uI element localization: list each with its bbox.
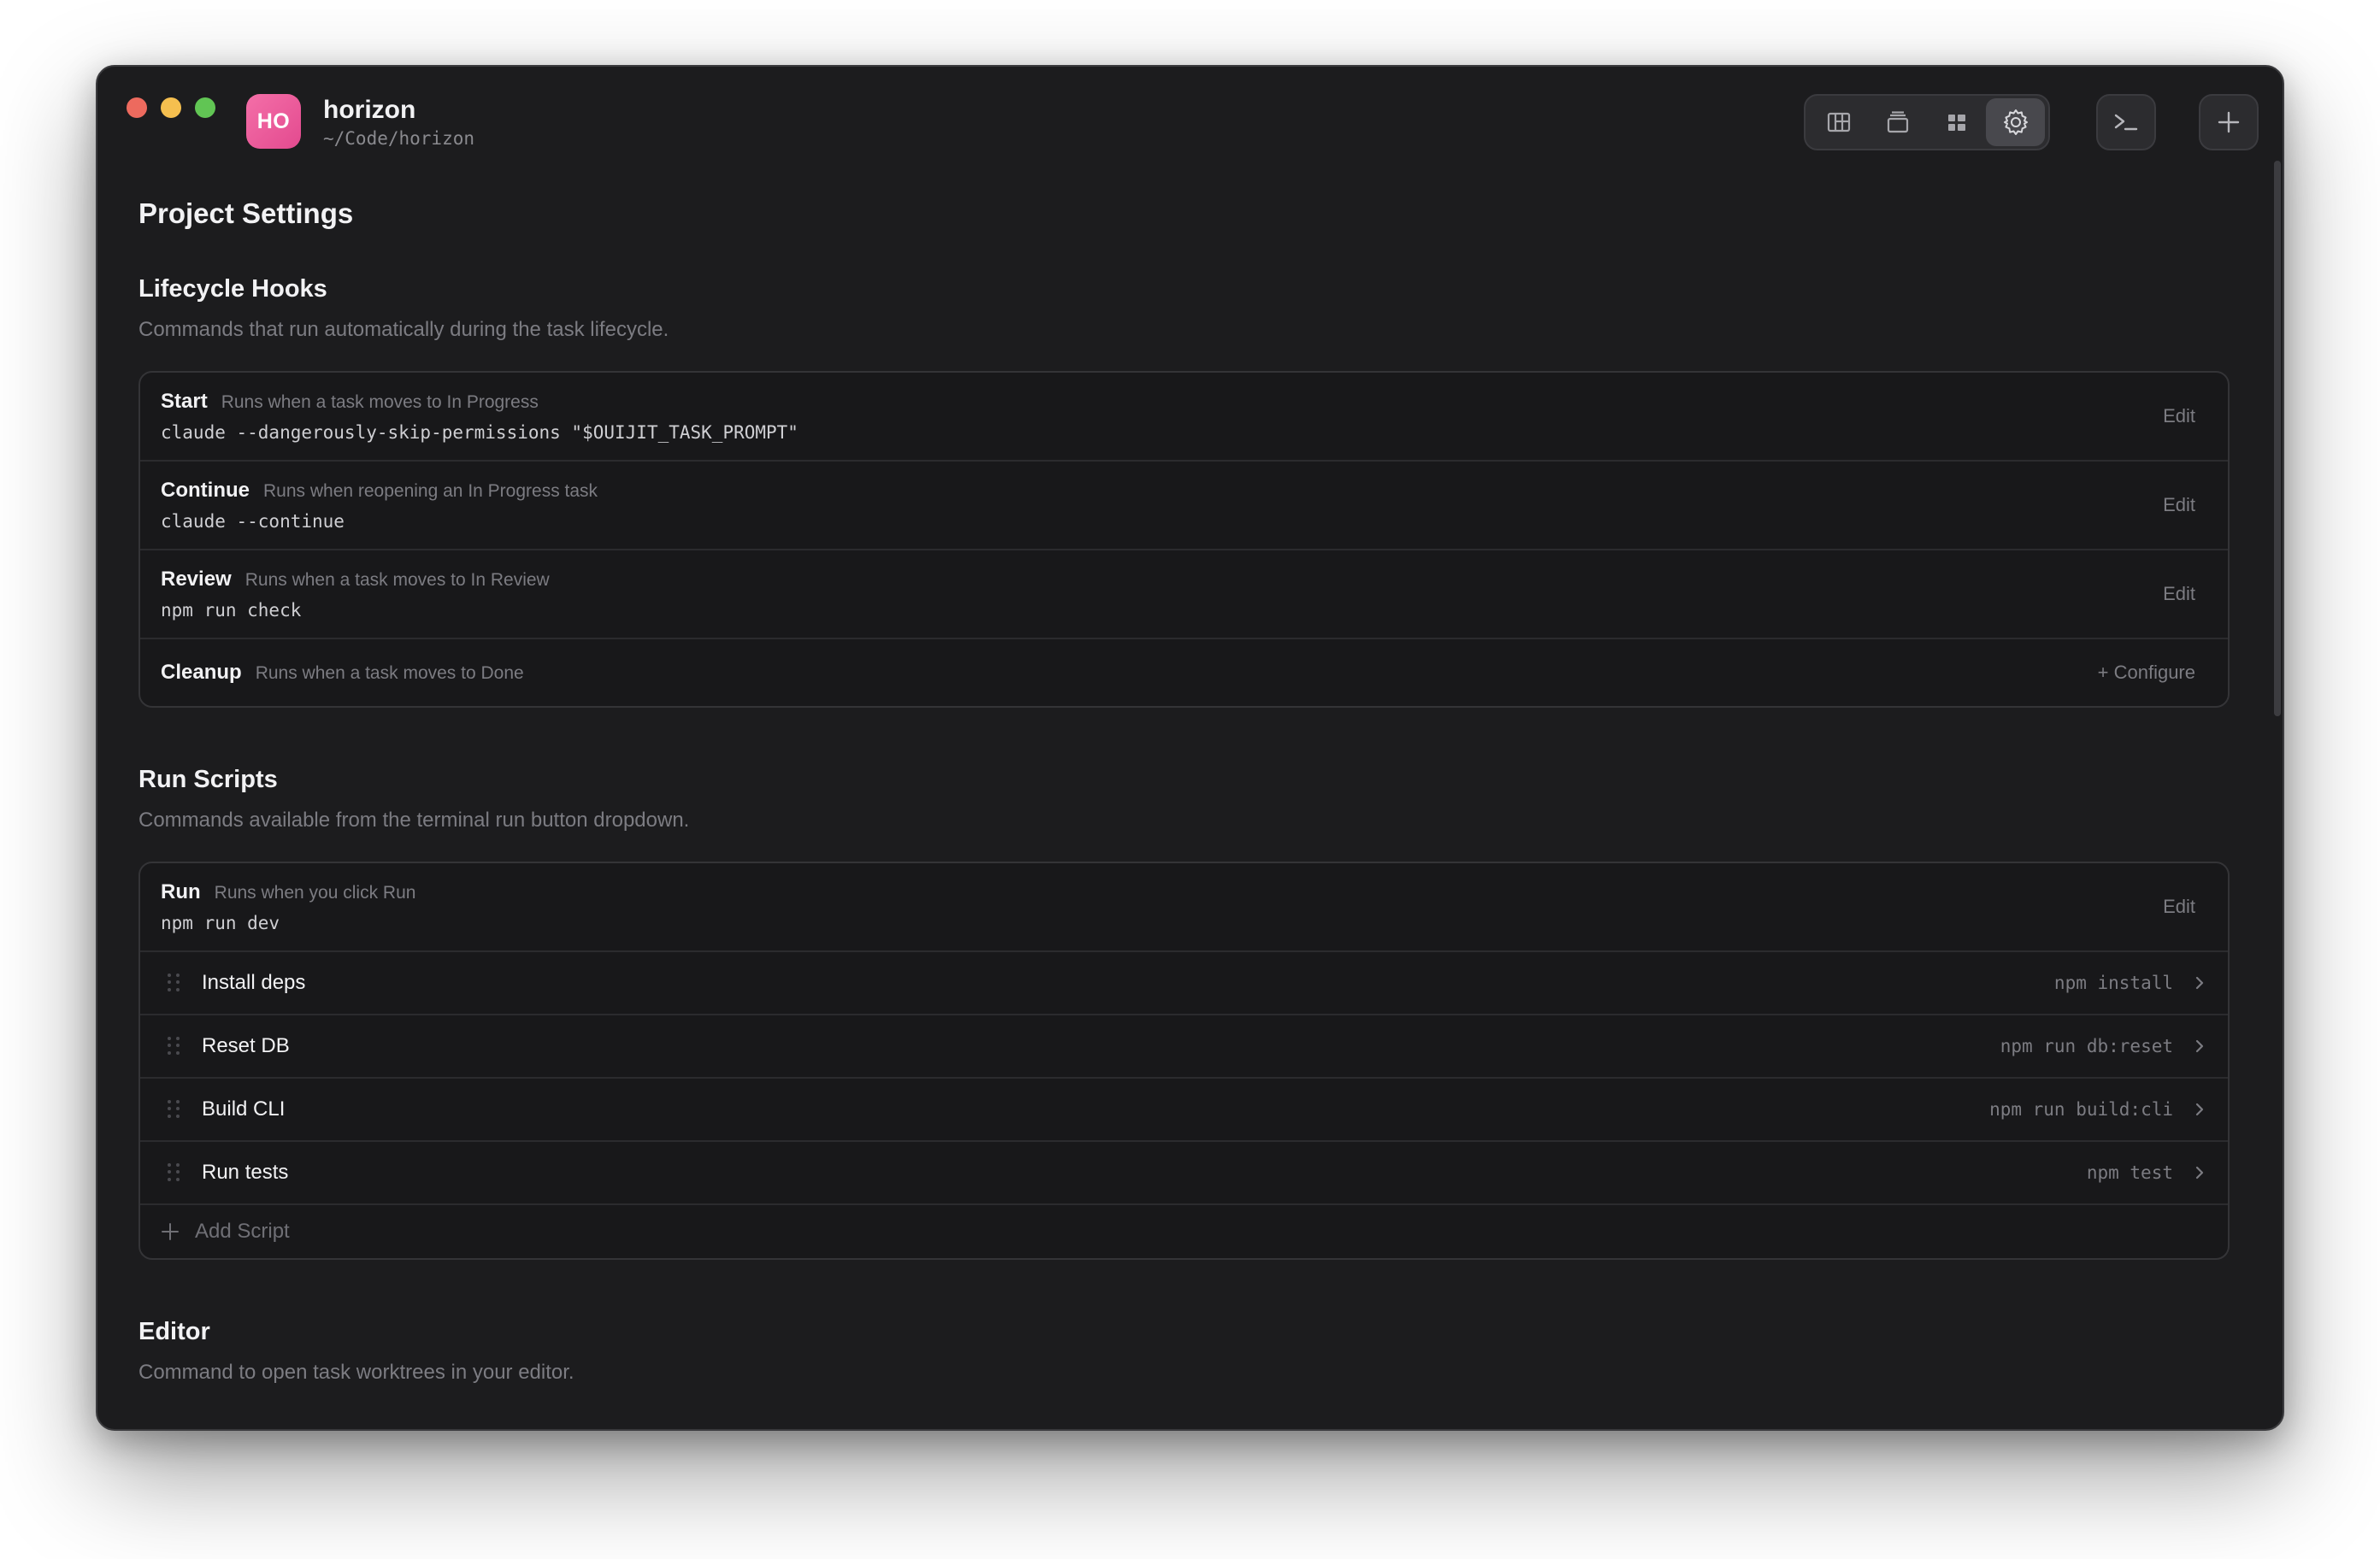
hook-row-continue[interactable]: Continue Runs when reopening an In Progr… <box>140 462 2228 550</box>
plus-icon <box>2218 111 2240 133</box>
settings-content: Project Settings Lifecycle Hooks Command… <box>138 195 2230 1386</box>
new-task-button[interactable] <box>2199 94 2259 150</box>
script-command: npm install <box>2053 973 2173 993</box>
project-name: horizon <box>323 96 416 124</box>
close-window-button[interactable] <box>127 97 147 118</box>
edit-button[interactable]: Edit <box>2163 583 2195 605</box>
hook-command: claude --dangerously-skip-permissions "$… <box>161 422 798 443</box>
script-name: Install deps <box>202 971 306 994</box>
edit-button[interactable]: Edit <box>2163 405 2195 427</box>
section-desc-editor: Command to open task worktrees in your e… <box>138 1361 574 1384</box>
hook-name: Review <box>161 568 232 591</box>
hook-description: Runs when a task moves to In Progress <box>221 392 539 412</box>
add-script-button[interactable]: Add Script <box>140 1205 2228 1258</box>
board-icon <box>1827 112 1850 132</box>
grid-view-button[interactable] <box>1927 98 1986 146</box>
edit-button[interactable]: Edit <box>2163 494 2195 516</box>
drag-handle-icon[interactable] <box>168 1037 180 1056</box>
lifecycle-section: Lifecycle Hooks Commands that run automa… <box>138 272 2230 708</box>
script-row[interactable]: Build CLI npm run build:cli <box>140 1079 2228 1142</box>
terminal-icon <box>2114 114 2138 131</box>
run-scripts-card: Run Runs when you click Run npm run dev … <box>138 862 2230 1260</box>
script-row[interactable]: Install deps npm install <box>140 952 2228 1015</box>
script-command: npm test <box>2086 1162 2173 1183</box>
window-controls <box>127 97 215 118</box>
drag-handle-icon[interactable] <box>168 1100 180 1119</box>
run-description: Runs when you click Run <box>214 883 416 903</box>
configure-button[interactable]: + Configure <box>2098 662 2195 684</box>
view-switcher <box>1804 94 2050 150</box>
chevron-right-icon <box>2195 1039 2204 1053</box>
plus-icon <box>162 1223 179 1240</box>
script-name: Reset DB <box>202 1034 290 1057</box>
editor-section: Editor Command to open task worktrees in… <box>138 1315 2230 1386</box>
hook-command: npm run check <box>161 600 302 621</box>
script-name: Run tests <box>202 1161 289 1184</box>
add-script-label: Add Script <box>195 1220 290 1243</box>
chevron-right-icon <box>2195 1166 2204 1180</box>
page-title: Project Settings <box>138 197 354 229</box>
scrollbar[interactable] <box>2272 161 2283 1426</box>
section-title-lifecycle: Lifecycle Hooks <box>138 275 327 303</box>
app-window: HO horizon ~/Code/horizon Project Settin… <box>96 65 2284 1431</box>
settings-view-button[interactable] <box>1986 98 2045 146</box>
section-title-run-scripts: Run Scripts <box>138 766 278 793</box>
edit-button[interactable]: Edit <box>2163 896 2195 918</box>
script-row[interactable]: Reset DB npm run db:reset <box>140 1015 2228 1079</box>
hook-row-cleanup[interactable]: Cleanup Runs when a task moves to Done +… <box>140 639 2228 706</box>
zoom-window-button[interactable] <box>195 97 215 118</box>
run-command: npm run dev <box>161 913 280 933</box>
section-desc-run-scripts: Commands available from the terminal run… <box>138 809 690 832</box>
settings-icon <box>2003 109 2028 135</box>
hook-row-review[interactable]: Review Runs when a task moves to In Revi… <box>140 550 2228 639</box>
script-command: npm run build:cli <box>1989 1099 2173 1120</box>
hook-description: Runs when reopening an In Progress task <box>262 481 598 501</box>
hook-description: Runs when a task moves to Done <box>255 663 524 683</box>
run-name: Run <box>161 880 201 903</box>
script-command: npm run db:reset <box>2000 1036 2173 1056</box>
terminal-button[interactable] <box>2096 94 2156 150</box>
hook-name: Continue <box>161 479 250 502</box>
section-title-editor: Editor <box>138 1318 210 1345</box>
hook-name: Cleanup <box>161 661 242 684</box>
hook-row-start[interactable]: Start Runs when a task moves to In Progr… <box>140 373 2228 462</box>
run-row[interactable]: Run Runs when you click Run npm run dev … <box>140 863 2228 952</box>
project-path: ~/Code/horizon <box>323 128 475 149</box>
script-row[interactable]: Run tests npm test <box>140 1142 2228 1205</box>
board-view-button[interactable] <box>1809 98 1868 146</box>
chevron-right-icon <box>2195 976 2204 990</box>
grid-icon <box>1947 115 1965 131</box>
project-avatar[interactable]: HO <box>246 94 301 149</box>
hook-command: claude --continue <box>161 511 345 532</box>
minimize-window-button[interactable] <box>161 97 181 118</box>
drag-handle-icon[interactable] <box>168 1163 180 1182</box>
hook-name: Start <box>161 390 208 413</box>
scrollbar-thumb[interactable] <box>2274 161 2281 716</box>
stack-icon <box>1887 111 1908 133</box>
hook-description: Runs when a task moves to In Review <box>244 570 550 590</box>
script-name: Build CLI <box>202 1097 286 1121</box>
chevron-right-icon <box>2195 1103 2204 1116</box>
run-scripts-section: Run Scripts Commands available from the … <box>138 762 2230 1260</box>
stack-view-button[interactable] <box>1868 98 1927 146</box>
section-desc-lifecycle: Commands that run automatically during t… <box>138 318 669 341</box>
drag-handle-icon[interactable] <box>168 974 180 992</box>
lifecycle-hooks-card: Start Runs when a task moves to In Progr… <box>138 371 2230 708</box>
